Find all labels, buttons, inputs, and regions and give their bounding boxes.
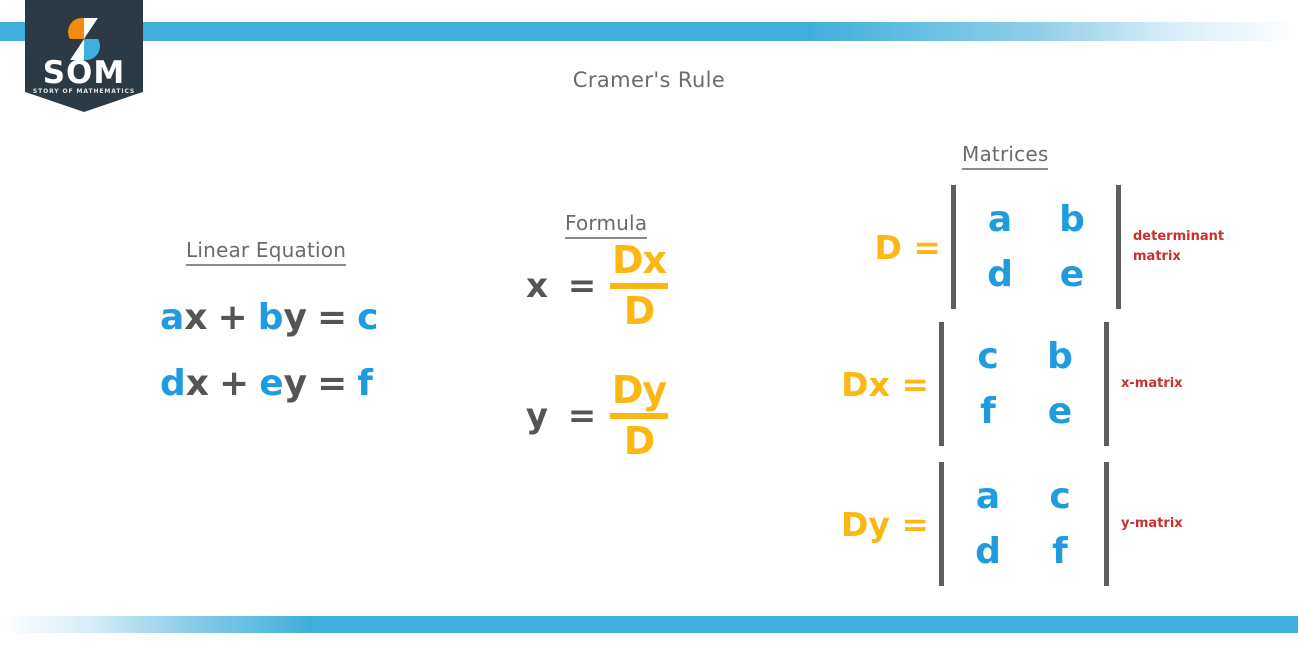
matrix-cell: a [975,475,1001,517]
matrix-label-d: D = [874,227,941,267]
fraction-denominator: D [623,289,656,334]
matrix-annotation-y: y-matrix [1121,515,1183,531]
formula-row-x: x = Dx D [520,238,668,334]
matrix-cell: e [1059,253,1085,295]
section-heading-formula: Formula [565,211,648,239]
matrix-grid-dy: a c d f [944,462,1104,586]
fraction-denominator: D [623,419,656,464]
constant-c: c [357,297,379,338]
matrix-block-x: Dx = c b f e x-matrix [833,322,1183,446]
variable-x: x [185,363,210,404]
operator-equals: = [316,297,348,338]
matrix-label-dy: Dy = [840,504,929,544]
matrix-cell: c [1049,475,1071,517]
slide-canvas: SOM STORY OF MATHEMATICS Cramer's Rule L… [0,0,1298,649]
matrix-block-determinant: D = a b d e determinant matrix [845,185,1243,309]
matrix-cell: b [1059,198,1085,240]
coefficient-b: b [257,297,284,338]
variable-x: x [184,297,208,338]
section-heading-linear-equation: Linear Equation [186,238,347,266]
coefficient-a: a [160,297,185,338]
linear-equation-row: ax + by = c [160,297,378,338]
matrix-label-dx: Dx = [841,364,929,404]
matrix-bar-right [1104,322,1109,446]
matrix-cell: d [975,530,1001,572]
coefficient-d: d [160,363,186,404]
matrix-cell: c [977,335,999,377]
matrix-annotation-x: x-matrix [1121,375,1183,391]
variable-y: y [283,297,307,338]
formula-equals: = [567,266,597,307]
page-title: Cramer's Rule [572,68,726,92]
fraction-numerator: Dy [611,368,667,412]
coefficient-e: e [259,363,284,404]
matrix-cell: f [980,390,996,432]
matrix-grid-dx: c b f e [944,322,1104,446]
bottom-accent-bar [0,616,1298,633]
constant-f: f [357,363,373,404]
matrix-annotation-determinant: determinant matrix [1133,228,1225,264]
variable-y: y [283,363,308,404]
fraction-numerator: Dx [611,238,667,282]
matrix-cell: d [987,253,1013,295]
matrix-cell: e [1047,390,1073,432]
section-heading-matrices: Matrices [962,142,1049,170]
linear-equation-row: dx + ey = f [160,363,373,404]
matrix-block-y: Dy = a c d f y-matrix [833,462,1183,586]
matrix-cell: b [1047,335,1073,377]
formula-row-y: y = Dy D [520,368,668,464]
operator-equals: = [317,363,348,404]
formula-fraction-y: Dy D [610,368,668,464]
formula-variable-y: y [525,396,549,437]
formula-variable-x: x [526,266,548,307]
operator-plus: + [219,363,250,404]
logo-wordmark: SOM [42,55,126,91]
matrix-grid-d: a b d e [956,185,1116,309]
top-accent-bar [0,22,1298,41]
logo-tagline: STORY OF MATHEMATICS [32,88,136,95]
matrix-bar-right [1116,185,1121,309]
operator-plus: + [217,297,248,338]
matrix-cell: f [1052,530,1068,572]
formula-equals: = [567,396,597,437]
matrix-bar-right [1104,462,1109,586]
som-logo-badge[interactable]: SOM STORY OF MATHEMATICS [25,0,143,112]
matrix-cell: a [987,198,1013,240]
formula-fraction-x: Dx D [610,238,668,334]
